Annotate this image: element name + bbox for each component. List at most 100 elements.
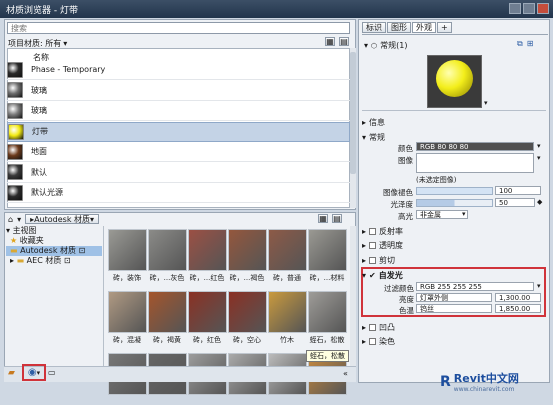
chevron-down-icon: ▾ xyxy=(362,132,367,142)
highlight-select[interactable]: 非金属 xyxy=(416,210,468,219)
gloss-value[interactable]: 50 xyxy=(495,198,535,207)
tree-aec[interactable]: ▸ ▬ AEC 材质 ⊡ xyxy=(6,256,102,266)
list-view-icon[interactable]: ▤ xyxy=(332,214,342,223)
material-name: 玻璃 xyxy=(31,106,47,115)
maximize-button[interactable] xyxy=(523,3,535,14)
luminance-label: 亮度 xyxy=(399,295,414,304)
chevron-right-icon: ▸ xyxy=(362,117,367,127)
material-tile[interactable] xyxy=(188,291,227,333)
color-field[interactable]: RGB 80 80 80 xyxy=(416,142,534,151)
list-item[interactable]: 玻璃 xyxy=(7,101,350,121)
color-label: 颜色 xyxy=(398,144,413,153)
checkbox[interactable] xyxy=(369,337,377,345)
chevron-down-icon[interactable]: ▾ xyxy=(537,282,541,290)
temperature-label: 色温 xyxy=(399,306,414,315)
chevron-down-icon[interactable]: ▾ xyxy=(462,210,466,218)
luminance-select[interactable]: 灯罩外侧 xyxy=(416,293,492,302)
material-name: 默认光源 xyxy=(31,188,63,197)
tree-root[interactable]: ▾ 主视图 xyxy=(6,226,102,236)
search-input[interactable] xyxy=(7,22,350,34)
section-cutout[interactable]: ▸ 剪切 xyxy=(362,254,545,266)
section-transparency[interactable]: ▸ 透明度 xyxy=(362,239,545,251)
material-tile[interactable] xyxy=(148,229,187,271)
material-tile[interactable] xyxy=(188,229,227,271)
library-tree: ▾ 主视图 ★ 收藏夹 ▬ Autodesk 材质 ⊡ ▸ ▬ AEC 材质 ⊡ xyxy=(6,226,102,266)
filter-color-field[interactable]: RGB 255 255 255 xyxy=(416,282,534,291)
highlight-label: 高光 xyxy=(398,212,413,221)
section-selfillum[interactable]: ▾ ✔ 自发光 xyxy=(362,269,545,281)
material-tile[interactable] xyxy=(148,291,187,333)
library-breadcrumb[interactable]: ▸ Autodesk 材质 ▾ xyxy=(25,214,100,224)
fade-slider[interactable] xyxy=(416,187,493,195)
temperature-value[interactable]: 1,850.00 xyxy=(495,304,541,313)
list-scrollbar[interactable] xyxy=(350,48,356,208)
create-material-button[interactable]: ◉ ▾ xyxy=(22,364,46,381)
lock-icon: ⊡ xyxy=(78,246,86,255)
chevron-down-icon[interactable]: ▾ xyxy=(17,215,21,224)
library-toolbar: ⌂ ▾ ▸ Autodesk 材质 ▾ xyxy=(8,214,100,224)
view-options-icon[interactable]: ▦ xyxy=(325,37,335,46)
duplicate-asset-icon[interactable]: ⊞ xyxy=(527,39,534,49)
tree-favorites[interactable]: ★ 收藏夹 xyxy=(6,236,102,246)
library-scrollbar[interactable] xyxy=(350,226,356,366)
folder-open-icon[interactable]: ▰ xyxy=(8,368,15,378)
globe-icon: ◉ xyxy=(27,367,37,378)
list-item[interactable]: 地面 xyxy=(7,142,350,162)
asset-icon: ⬡ xyxy=(371,41,378,50)
list-item[interactable]: 默认 xyxy=(7,163,350,183)
checkbox[interactable] xyxy=(369,241,377,249)
material-tile[interactable] xyxy=(268,229,307,271)
list-item[interactable]: 默认光源 xyxy=(7,183,350,203)
fade-value[interactable]: 100 xyxy=(495,186,541,195)
folder-icon: ▬ xyxy=(16,256,25,265)
tab-2[interactable]: 外观 xyxy=(412,22,436,33)
minimize-button[interactable] xyxy=(509,3,521,14)
gloss-slider[interactable] xyxy=(416,199,493,207)
chevron-down-icon[interactable]: ▾ xyxy=(484,99,488,107)
material-tile[interactable] xyxy=(308,229,347,271)
material-tile[interactable] xyxy=(108,291,147,333)
tab-3[interactable]: + xyxy=(437,22,452,33)
section-reflect[interactable]: ▸ 反射率 xyxy=(362,225,545,237)
checkbox[interactable] xyxy=(369,323,377,331)
chevron-right-icon: ▸ xyxy=(362,255,367,265)
section-bump[interactable]: ▸ 凹凸 xyxy=(362,321,545,333)
section-tint[interactable]: ▸ 染色 xyxy=(362,335,545,347)
material-tile[interactable] xyxy=(228,229,267,271)
replace-asset-icon[interactable]: ⧉ xyxy=(517,39,523,49)
collapse-icon[interactable]: « xyxy=(343,369,348,378)
material-name: 灯带 xyxy=(32,127,48,136)
list-scroll-thumb[interactable] xyxy=(350,52,356,174)
check-icon[interactable]: ✔ xyxy=(369,271,376,280)
chevron-down-icon[interactable]: ▾ xyxy=(537,142,541,150)
section-info[interactable]: ▸ 信息 xyxy=(362,116,545,128)
checkbox[interactable] xyxy=(369,227,377,235)
stepper-icon[interactable]: ◆ xyxy=(537,198,542,206)
list-item[interactable]: 灯带 xyxy=(7,121,350,142)
chevron-right-icon: ▸ xyxy=(362,226,367,236)
home-icon[interactable]: ⌂ xyxy=(8,215,13,224)
material-tile[interactable] xyxy=(228,291,267,333)
image-note: (未选定图像) xyxy=(416,176,457,184)
material-name: 地面 xyxy=(31,147,47,156)
list-item[interactable]: 玻璃 xyxy=(7,81,350,101)
temperature-select[interactable]: 钨丝 xyxy=(416,304,492,313)
chevron-down-icon[interactable]: ▾ xyxy=(537,154,541,162)
list-item[interactable]: Phase - Temporary xyxy=(7,60,350,80)
editor-icon[interactable]: ▭ xyxy=(48,368,56,377)
material-tile[interactable] xyxy=(108,229,147,271)
star-icon: ★ xyxy=(10,236,18,245)
tree-autodesk[interactable]: ▬ Autodesk 材质 ⊡ xyxy=(6,246,102,256)
toggle-panel-icon[interactable]: ▤ xyxy=(339,37,349,46)
chevron-down-icon[interactable]: ▾ xyxy=(364,41,368,50)
close-button[interactable] xyxy=(537,3,549,14)
image-field[interactable] xyxy=(416,153,534,173)
watermark: R Revit中文网 www.chinarevit.com xyxy=(440,370,519,393)
checkbox[interactable] xyxy=(369,256,377,264)
grid-view-icon[interactable]: ▦ xyxy=(318,214,328,223)
tab-1[interactable]: 图形 xyxy=(387,22,411,33)
window-title: 材质浏览器 - 灯带 xyxy=(6,6,78,16)
luminance-value[interactable]: 1,300.00 xyxy=(495,293,541,302)
tab-0[interactable]: 标识 xyxy=(362,22,386,33)
material-tile[interactable] xyxy=(268,291,307,333)
